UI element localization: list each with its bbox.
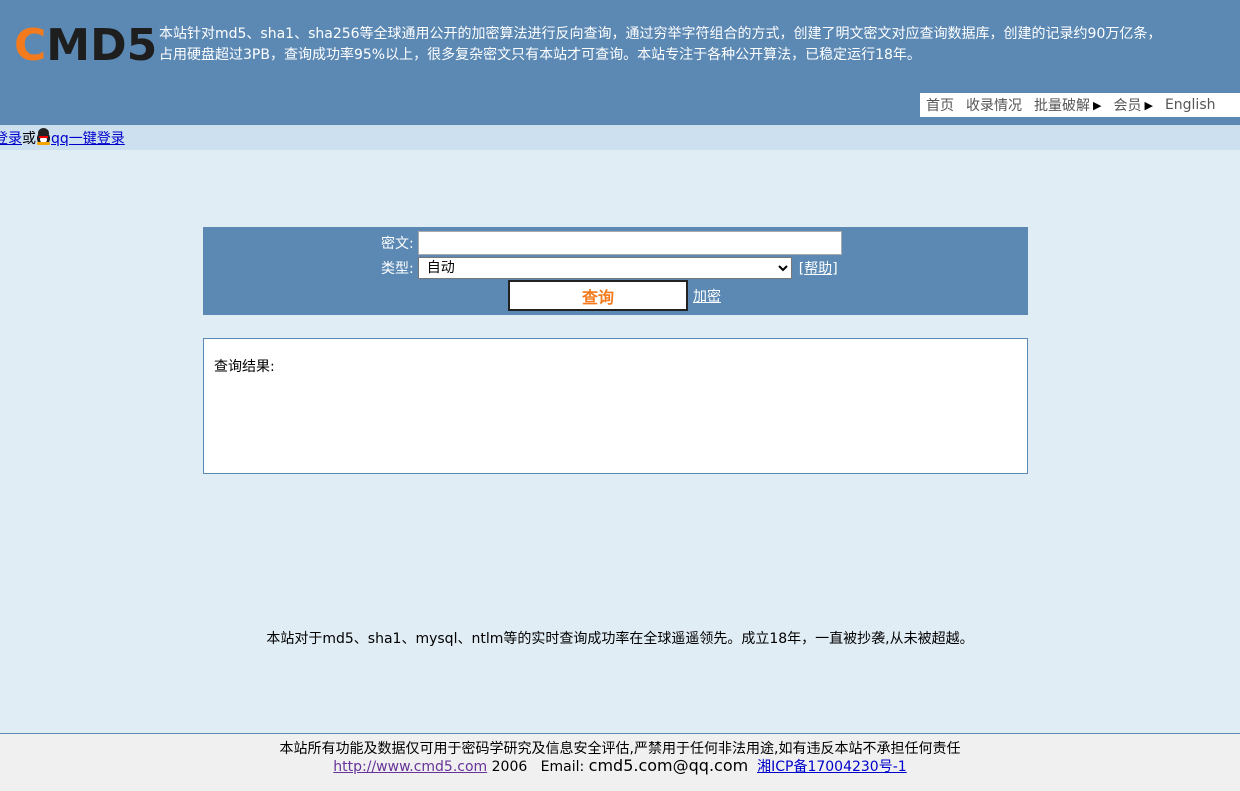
nav-english[interactable]: English — [1165, 97, 1216, 113]
logo-letters-md5: MD5 — [46, 20, 158, 71]
tagline: 本站对于md5、sha1、mysql、ntlm等的实时查询成功率在全球遥遥领先。… — [266, 631, 974, 647]
nav-batch-label: 批量破解 — [1034, 98, 1090, 114]
nav-home[interactable]: 首页 — [926, 95, 954, 115]
site-intro: 本站针对md5、sha1、sha256等全球通用公开的加密算法进行反向查询，通过… — [159, 24, 1240, 66]
site-url-link[interactable]: http://www.cmd5.com — [333, 759, 487, 775]
header: CMD5 本站针对md5、sha1、sha256等全球通用公开的加密算法进行反向… — [0, 0, 1240, 125]
caret-right-icon: ▶ — [1093, 98, 1102, 112]
type-label: 类型: — [381, 261, 414, 277]
query-button[interactable]: 查询 — [508, 280, 688, 311]
logo-letter-c: C — [14, 20, 47, 71]
qq-penguin-icon — [36, 128, 51, 145]
footer-email-label: Email: — [540, 759, 585, 775]
footer-email: cmd5.com@qq.com — [588, 756, 749, 775]
footer-year: 2006 — [491, 759, 528, 775]
nav-batch[interactable]: 批量破解 ▶ — [1034, 95, 1101, 115]
cmd5-logo[interactable]: CMD5 — [14, 22, 157, 70]
action-row: 查询 加密 — [508, 280, 721, 311]
type-row: 类型: 自动 [帮助] — [381, 257, 838, 279]
cipher-label: 密文: — [381, 236, 414, 252]
encrypt-link[interactable]: 加密 — [693, 286, 721, 306]
footer: 本站所有功能及数据仅可用于密码学研究及信息安全评估,严禁用于任何非法用途,如有违… — [0, 733, 1240, 791]
result-label: 查询结果: — [214, 359, 275, 375]
footer-disclaimer: 本站所有功能及数据仅可用于密码学研究及信息安全评估,严禁用于任何非法用途,如有违… — [279, 741, 961, 757]
site-intro-line2: 占用硬盘超过3PB，查询成功率95%以上，很多复杂密文只有本站才可查询。本站专注… — [159, 47, 921, 63]
site-intro-line1: 本站针对md5、sha1、sha256等全球通用公开的加密算法进行反向查询，通过… — [159, 26, 1162, 42]
icp-link[interactable]: 湘ICP备17004230号-1 — [757, 759, 907, 775]
caret-right-icon: ▶ — [1144, 98, 1153, 112]
search-panel: 密文: 类型: 自动 [帮助] 查询 加密 — [203, 227, 1028, 315]
qq-login-link[interactable]: qq一键登录 — [51, 131, 125, 147]
or-text: 或 — [22, 131, 36, 147]
result-panel: 查询结果: — [203, 338, 1028, 474]
top-nav: 首页 收录情况 批量破解 ▶ 会员 ▶ English — [920, 93, 1240, 117]
help-link-text: 帮助 — [804, 261, 833, 277]
cipher-input[interactable] — [417, 231, 842, 255]
type-select[interactable]: 自动 — [417, 257, 792, 279]
nav-records[interactable]: 收录情况 — [966, 95, 1022, 115]
footer-info: http://www.cmd5.com 2006 Email: cmd5.com… — [0, 756, 1240, 776]
cipher-row: 密文: — [381, 231, 842, 255]
help-link[interactable]: [帮助] — [799, 258, 838, 278]
nav-member[interactable]: 会员 ▶ — [1113, 95, 1152, 115]
login-link[interactable]: 登录 — [0, 131, 22, 147]
nav-member-label: 会员 — [1113, 98, 1142, 114]
login-bar: 登录或 qq一键登录 — [0, 125, 1240, 150]
